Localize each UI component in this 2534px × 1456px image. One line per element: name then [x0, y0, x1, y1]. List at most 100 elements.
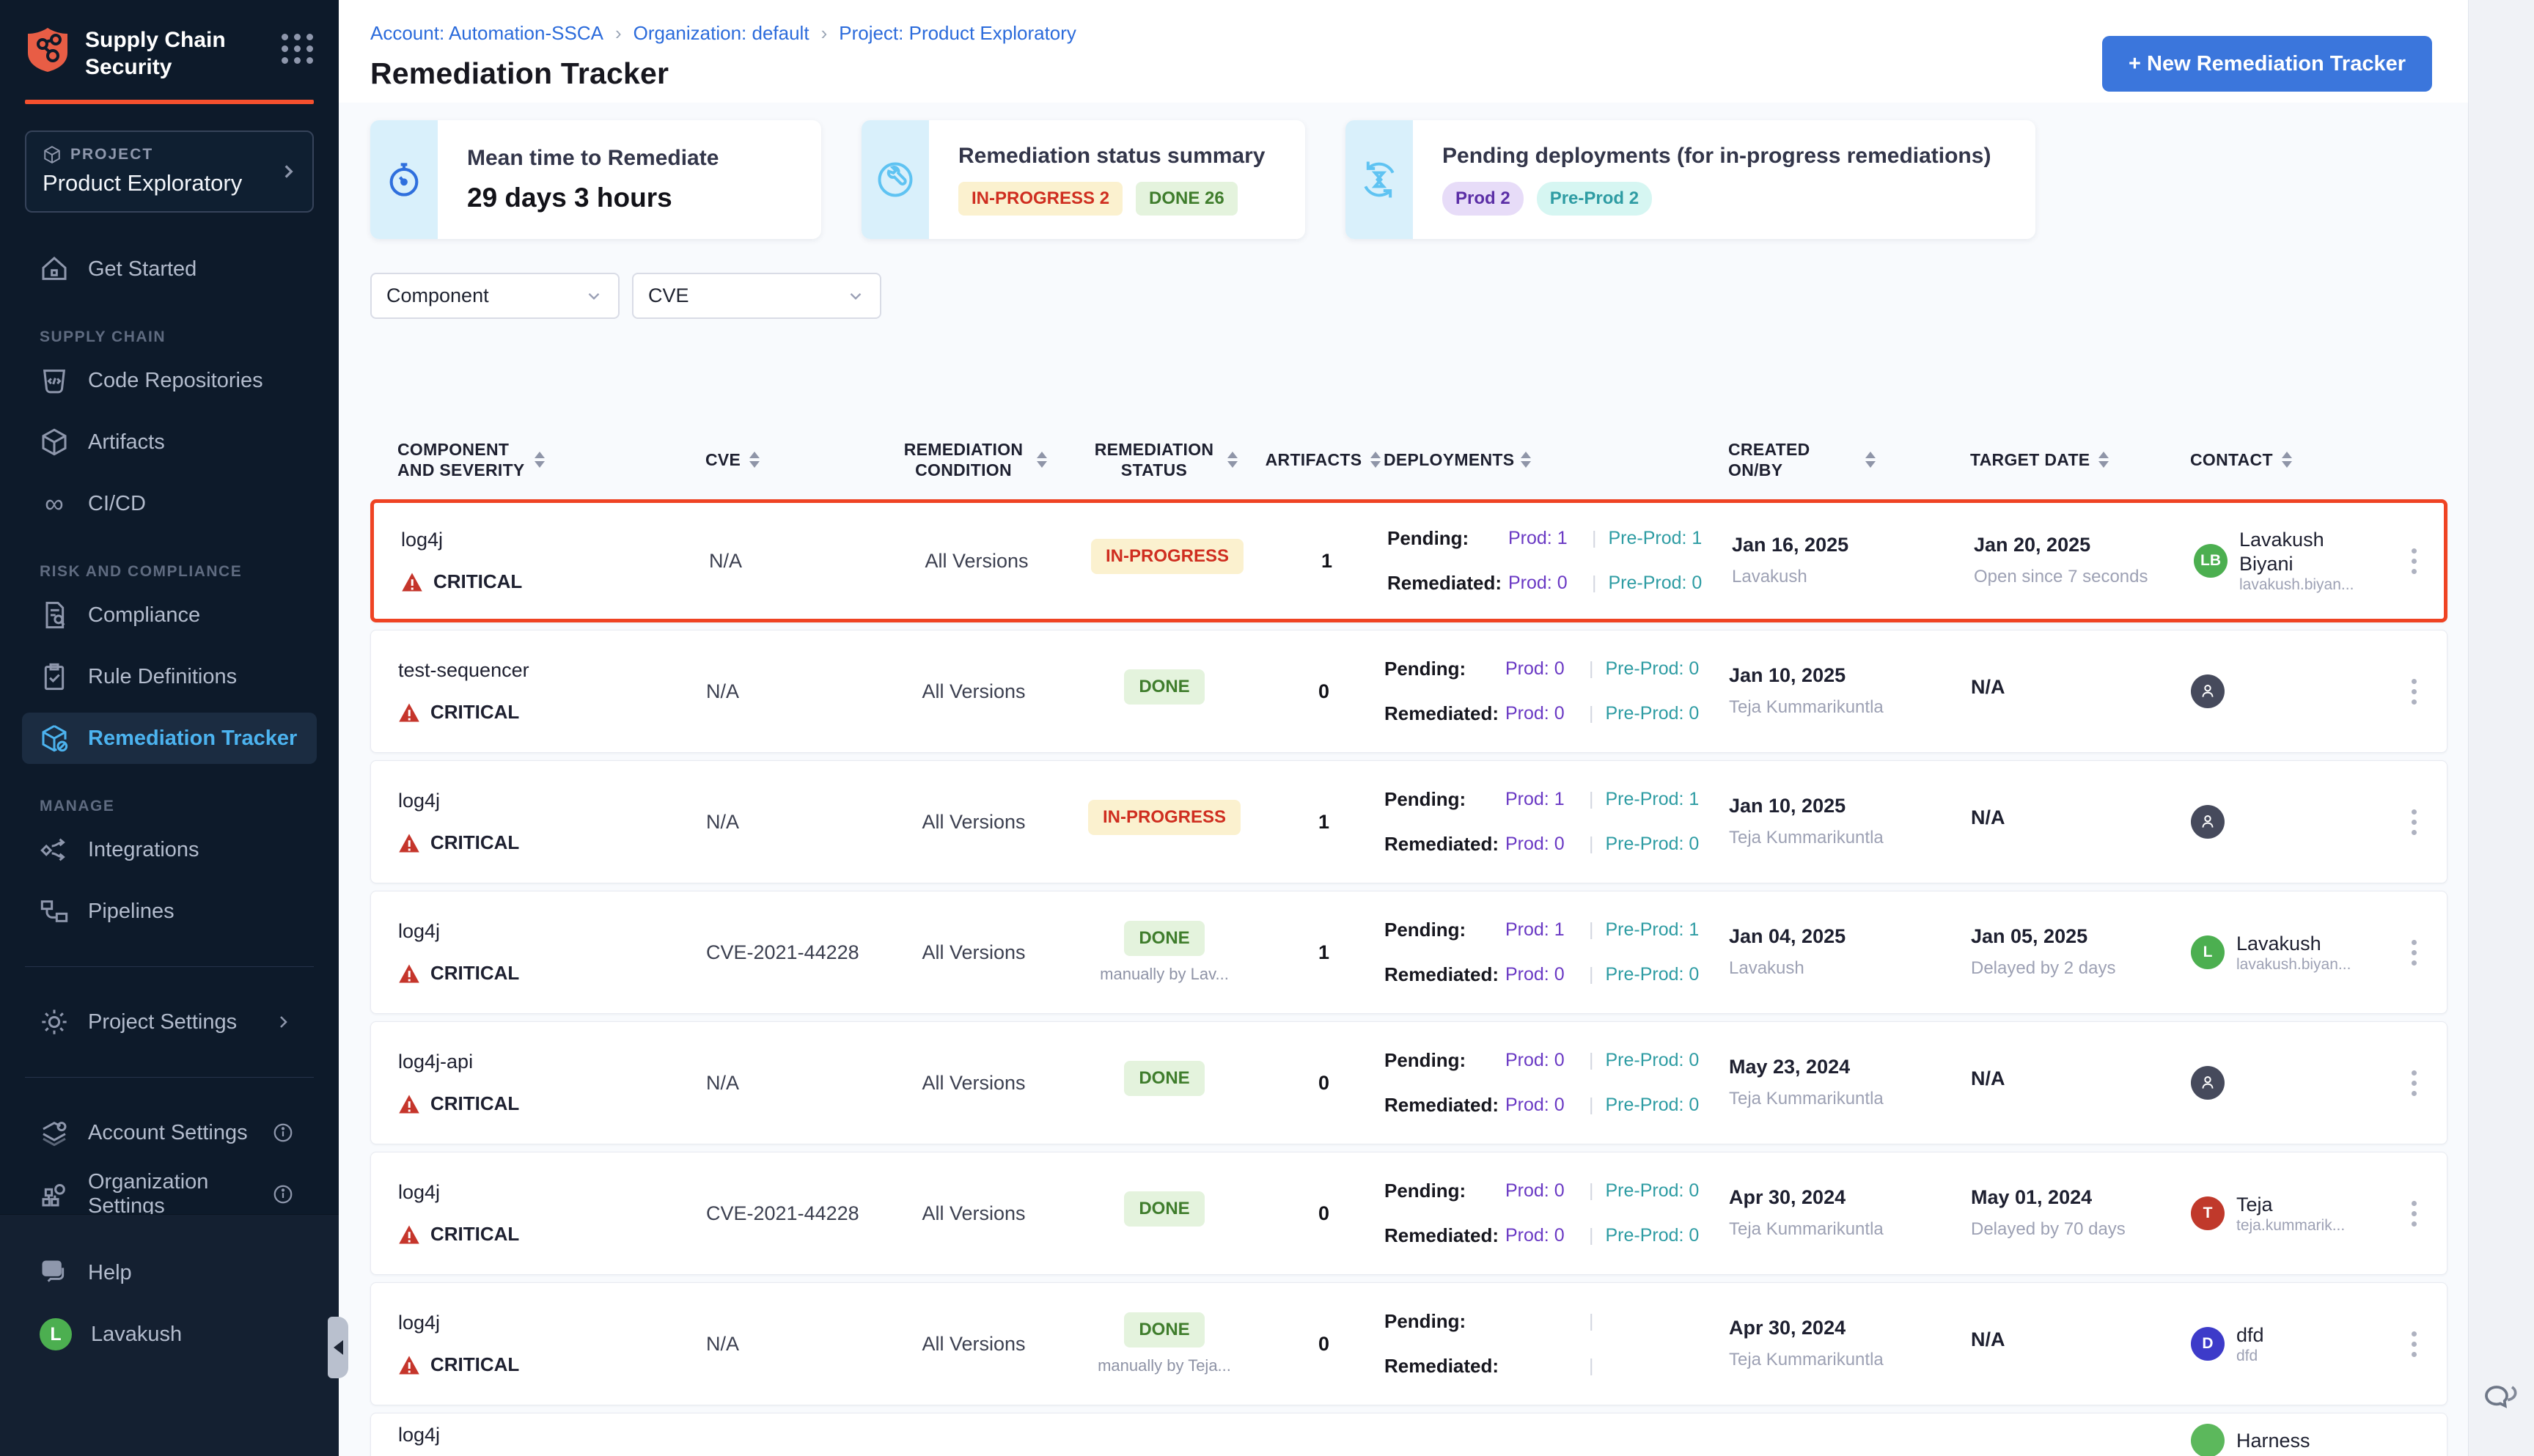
help-chat-icon: ?: [40, 1258, 69, 1287]
row-menu-kebab[interactable]: [2381, 933, 2447, 973]
cve-filter-select[interactable]: CVE: [632, 273, 881, 319]
target-date-cell: May 01, 2024 Delayed by 70 days: [1971, 1186, 2191, 1240]
row-menu-kebab[interactable]: [2381, 672, 2447, 712]
pending-prod[interactable]: Prod: 1: [1505, 919, 1586, 941]
sidebar-header: Supply Chain Security: [26, 26, 314, 81]
row-menu-kebab[interactable]: [2381, 1324, 2447, 1364]
table-row[interactable]: log4j CRITICAL N/A All Versions IN-PROGR…: [370, 499, 2447, 622]
project-name: Product Exploratory: [43, 170, 296, 196]
artifacts-count: 1: [1266, 550, 1387, 573]
sidebar-nav: Get Started SUPPLY CHAIN Code Repositori…: [0, 243, 339, 1220]
sidebar-item-organization-settings[interactable]: Organization Settings: [22, 1169, 317, 1220]
sort-icon[interactable]: [749, 452, 760, 468]
sidebar-item-compliance[interactable]: Compliance: [22, 589, 317, 641]
created-on-by-cell: Apr 30, 2024 Teja Kummarikuntla: [1729, 1186, 1971, 1240]
severity-badge: CRITICAL: [398, 962, 706, 985]
project-selector[interactable]: PROJECT Product Exploratory: [25, 130, 314, 213]
table-row[interactable]: log4j-api CRITICAL N/A All Versions DONE…: [370, 1021, 2447, 1144]
sidebar-item-get-started[interactable]: Get Started: [22, 243, 317, 295]
pending-prod[interactable]: Prod: 0: [1505, 1180, 1586, 1202]
remediated-prod[interactable]: Prod: 0: [1505, 834, 1586, 855]
user-menu[interactable]: L Lavakush: [22, 1309, 317, 1360]
pending-prod[interactable]: Prod: 1: [1505, 789, 1586, 810]
target-date: N/A: [1971, 1067, 2191, 1090]
row-menu-kebab[interactable]: [2381, 1063, 2447, 1103]
sidebar-item-integrations[interactable]: Integrations: [22, 824, 317, 875]
sidebar-item-cicd[interactable]: ∞ CI/CD: [22, 478, 317, 529]
sidebar-item-project-settings[interactable]: Project Settings: [22, 996, 317, 1048]
table-row[interactable]: test-sequencer CRITICAL N/A All Versions…: [370, 630, 2447, 753]
remediated-preprod[interactable]: Pre-Prod: 0: [1606, 703, 1700, 724]
support-chat-icon[interactable]: [2481, 1377, 2522, 1418]
sort-icon[interactable]: [535, 452, 545, 468]
breadcrumb-project[interactable]: Project: Product Exploratory: [839, 22, 1076, 45]
sort-icon[interactable]: [1037, 452, 1047, 468]
remediated-preprod[interactable]: Pre-Prod: 0: [1606, 964, 1700, 985]
row-menu-kebab[interactable]: [2381, 1194, 2447, 1234]
app-switcher-icon[interactable]: [282, 34, 314, 64]
breadcrumb-organization[interactable]: Organization: default: [634, 22, 809, 45]
pipe-divider: |: [1589, 789, 1594, 810]
row-menu-kebab[interactable]: [2381, 802, 2447, 842]
sort-icon[interactable]: [2282, 452, 2292, 468]
sort-icon[interactable]: [2098, 452, 2109, 468]
table-row[interactable]: log4j CRITICAL N/A All Versions IN-PROGR…: [370, 760, 2447, 883]
table-row[interactable]: log4j CRITICAL CVE-2021-44228 All Versio…: [370, 891, 2447, 1014]
remediated-prod[interactable]: Prod: 0: [1505, 964, 1586, 985]
sidebar-item-help[interactable]: ? Help: [22, 1247, 317, 1298]
table-row[interactable]: log4j Pending: | Remediated: |: [370, 1413, 2447, 1456]
cve-value: CVE-2021-44228: [706, 1202, 882, 1225]
deployments-cell: Pending: Prod: 0 | Pre-Prod: 0 Remediate…: [1384, 658, 1729, 725]
contact-avatar: D: [2191, 1327, 2225, 1361]
sidebar-item-account-settings[interactable]: Account Settings: [22, 1107, 317, 1158]
component-filter-select[interactable]: Component: [370, 273, 620, 319]
target-date: May 01, 2024: [1971, 1186, 2191, 1209]
sidebar-collapse-handle[interactable]: [328, 1317, 348, 1378]
severity-badge: CRITICAL: [398, 831, 706, 854]
sort-icon[interactable]: [1370, 452, 1381, 468]
remediated-preprod[interactable]: Pre-Prod: 0: [1606, 834, 1700, 855]
table-row[interactable]: log4j CRITICAL N/A All Versions DONE man…: [370, 1282, 2447, 1405]
created-on-by-cell: Jan 10, 2025 Teja Kummarikuntla: [1729, 664, 1971, 718]
pending-preprod[interactable]: Pre-Prod: 0: [1606, 1050, 1700, 1071]
remediated-preprod[interactable]: Pre-Prod: 0: [1606, 1095, 1700, 1116]
pending-preprod[interactable]: Pre-Prod: 0: [1606, 1180, 1700, 1202]
info-icon[interactable]: [268, 1122, 298, 1144]
breadcrumb-account[interactable]: Account: Automation-SSCA: [370, 22, 603, 45]
remediated-prod[interactable]: Prod: 0: [1505, 703, 1586, 724]
sidebar-item-rule-definitions[interactable]: Rule Definitions: [22, 651, 317, 702]
pending-prod[interactable]: Prod: 0: [1505, 1050, 1586, 1071]
table-row[interactable]: log4j CRITICAL CVE-2021-44228 All Versio…: [370, 1152, 2447, 1275]
sort-icon[interactable]: [1227, 452, 1238, 468]
pipe-divider: |: [1589, 834, 1594, 855]
created-by: Teja Kummarikuntla: [1729, 696, 1905, 718]
remediated-preprod[interactable]: Pre-Prod: 0: [1609, 573, 1703, 594]
row-menu-kebab[interactable]: [2384, 541, 2444, 581]
remediation-tracker-icon: [40, 724, 69, 753]
pending-preprod[interactable]: Pre-Prod: 0: [1606, 658, 1700, 680]
remediated-preprod[interactable]: Pre-Prod: 0: [1606, 1225, 1700, 1246]
sidebar-item-artifacts[interactable]: Artifacts: [22, 416, 317, 468]
pending-prod[interactable]: Prod: 0: [1505, 658, 1586, 680]
chevron-down-icon: [846, 287, 865, 306]
sidebar-item-code-repositories[interactable]: Code Repositories: [22, 355, 317, 406]
sidebar-item-remediation-tracker[interactable]: Remediation Tracker: [22, 713, 317, 764]
preprod-count-badge: Pre-Prod 2: [1537, 182, 1652, 216]
pending-preprod[interactable]: Pre-Prod: 1: [1606, 919, 1700, 941]
remediated-prod[interactable]: Prod: 0: [1505, 1225, 1586, 1246]
remediated-prod[interactable]: Prod: 0: [1505, 1095, 1586, 1116]
info-icon[interactable]: [268, 1183, 298, 1205]
pipe-divider: |: [1589, 1180, 1594, 1202]
pending-preprod[interactable]: Pre-Prod: 1: [1609, 528, 1703, 549]
pending-preprod[interactable]: Pre-Prod: 1: [1606, 789, 1700, 810]
sidebar-item-pipelines[interactable]: Pipelines: [22, 886, 317, 937]
sort-icon[interactable]: [1865, 452, 1876, 468]
remediated-prod[interactable]: Prod: 0: [1508, 573, 1589, 594]
pending-prod[interactable]: Prod: 1: [1508, 528, 1589, 549]
filter-bar: Component CVE: [370, 273, 2450, 319]
created-date: Apr 30, 2024: [1729, 1317, 1971, 1339]
sidebar: Supply Chain Security PROJECT Product Ex…: [0, 0, 339, 1456]
sort-icon[interactable]: [1521, 452, 1531, 468]
org-gear-icon: [40, 1180, 69, 1209]
compliance-doc-icon: [40, 600, 69, 630]
